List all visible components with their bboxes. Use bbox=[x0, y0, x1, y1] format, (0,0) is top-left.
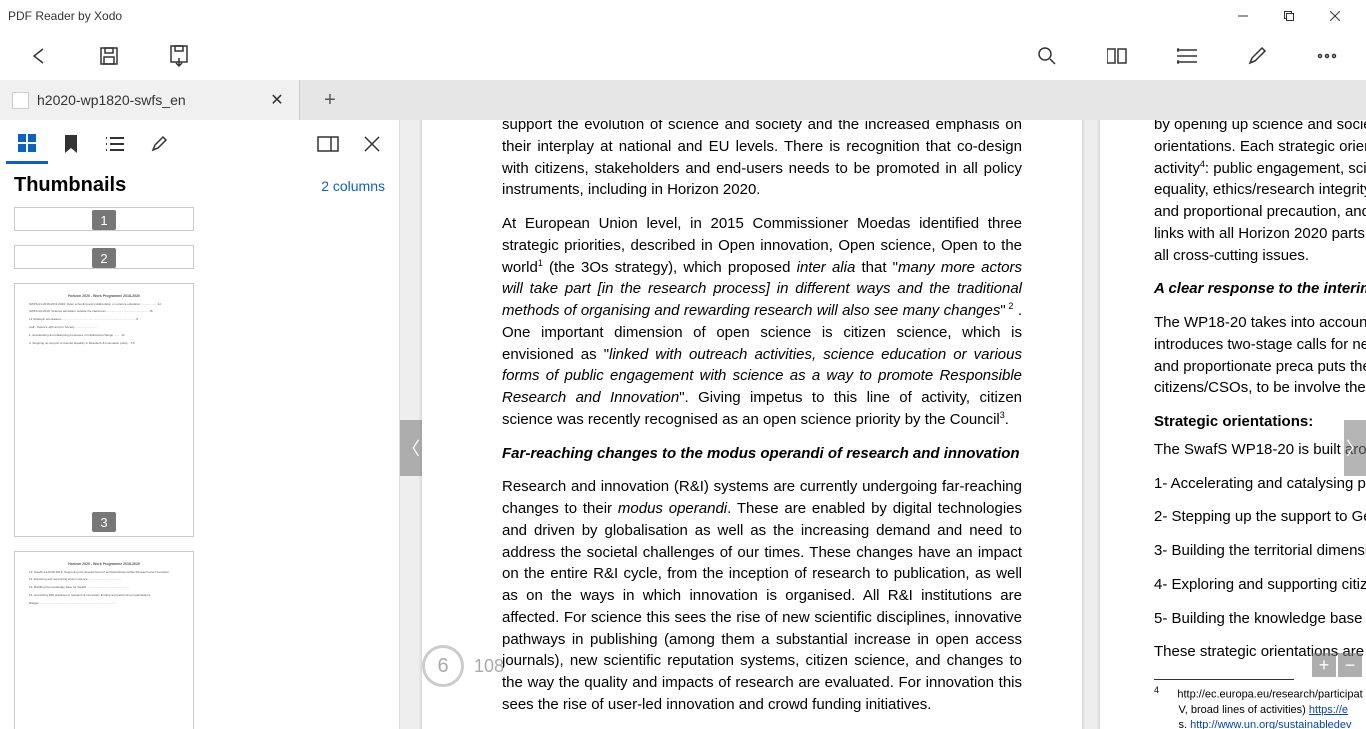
back-button[interactable] bbox=[4, 32, 74, 80]
new-tab-button[interactable]: + bbox=[300, 80, 360, 120]
document-icon bbox=[12, 92, 29, 109]
thumbnail-1[interactable]: 1 bbox=[14, 207, 194, 231]
zoom-in-button[interactable]: + bbox=[1312, 653, 1336, 677]
tab-close-icon[interactable]: ✕ bbox=[267, 90, 287, 110]
save-button[interactable] bbox=[74, 32, 144, 80]
columns-selector[interactable]: 2 columns bbox=[321, 178, 385, 194]
bookmarks-tab-icon[interactable] bbox=[50, 124, 92, 164]
thumbnail-4[interactable]: Horizon 2020 - Work Programme 2018-2020 … bbox=[14, 551, 194, 729]
current-page: 6 bbox=[422, 645, 464, 687]
thumbnails-tab-icon[interactable] bbox=[6, 124, 48, 164]
page-7: by opening up science and society aorien… bbox=[1100, 120, 1366, 729]
reflow-button[interactable] bbox=[1152, 32, 1222, 80]
page-indicator[interactable]: 6 108 bbox=[422, 645, 504, 687]
page-6: support the evolution of science and soc… bbox=[422, 120, 1082, 729]
edit-button[interactable] bbox=[1222, 32, 1292, 80]
document-tab[interactable]: h2020-wp1820-swfs_en ✕ bbox=[0, 80, 300, 120]
window-maximize[interactable] bbox=[1266, 0, 1312, 32]
annotations-tab-icon[interactable] bbox=[138, 124, 180, 164]
app-title: PDF Reader by Xodo bbox=[8, 9, 122, 23]
outline-tab-icon[interactable] bbox=[94, 124, 136, 164]
thumbnail-2[interactable]: 2 bbox=[14, 245, 194, 269]
more-button[interactable] bbox=[1292, 32, 1362, 80]
next-page-button[interactable]: 〉 bbox=[1344, 420, 1366, 476]
prev-page-button[interactable]: 〈 bbox=[400, 420, 422, 476]
close-panel-icon[interactable] bbox=[351, 124, 393, 164]
zoom-out-button[interactable]: − bbox=[1338, 653, 1362, 677]
window-minimize[interactable] bbox=[1220, 0, 1266, 32]
side-by-side-icon[interactable] bbox=[307, 124, 349, 164]
document-viewer[interactable]: support the evolution of science and soc… bbox=[400, 120, 1366, 729]
window-close[interactable] bbox=[1312, 0, 1358, 32]
search-button[interactable] bbox=[1012, 32, 1082, 80]
sidebar-title: Thumbnails bbox=[14, 174, 321, 197]
view-mode-button[interactable] bbox=[1082, 32, 1152, 80]
total-pages: 108 bbox=[474, 656, 504, 677]
thumbnail-3[interactable]: Horizon 2020 - Work Programme 2018-2020 … bbox=[14, 283, 194, 537]
save-as-button[interactable] bbox=[144, 32, 214, 80]
tab-label: h2020-wp1820-swfs_en bbox=[37, 92, 259, 108]
